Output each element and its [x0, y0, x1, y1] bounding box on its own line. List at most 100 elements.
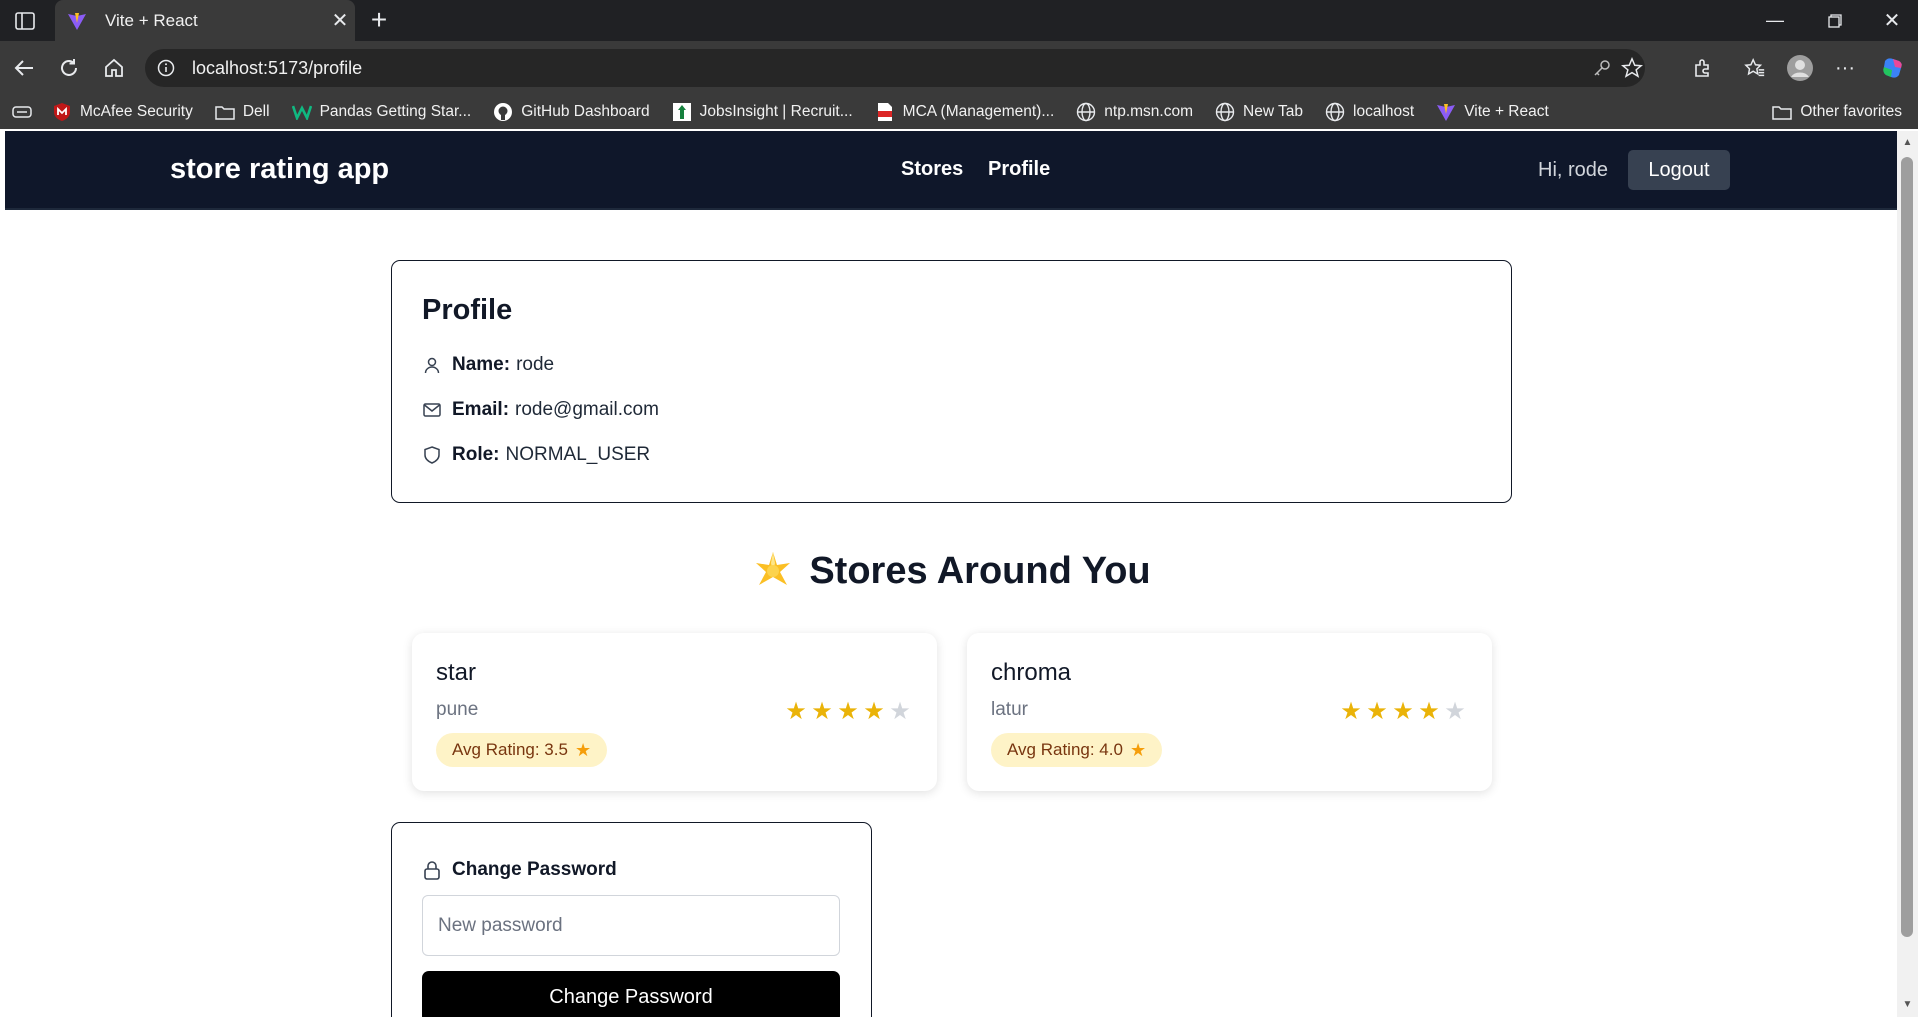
jobsinsight-icon — [672, 102, 692, 122]
name-label: Name: — [452, 354, 511, 375]
star-icon: ★ — [574, 739, 592, 760]
bookmark-label: New Tab — [1243, 102, 1304, 120]
avg-rating-badge: Avg Rating: 3.5 ★ — [436, 733, 608, 767]
globe-icon — [1076, 102, 1096, 122]
change-password-title-text: Change Password — [452, 859, 617, 880]
name-value: rode — [516, 354, 555, 375]
bookmarks-toggle-icon[interactable] — [12, 104, 32, 120]
close-window-icon[interactable]: ✕ — [1862, 0, 1918, 41]
globe-icon — [1325, 102, 1345, 122]
avg-rating-text: Avg Rating: 3.5 — [452, 740, 568, 759]
bookmarks-bar: McAfee Security Dell Pandas Getting Star… — [0, 94, 1918, 129]
stores-section-title: Stores Around You — [5, 549, 1897, 593]
page-scrollbar[interactable]: ▲ ▼ — [1897, 131, 1918, 1017]
reload-icon[interactable] — [53, 52, 85, 84]
app-brand[interactable]: store rating app — [170, 153, 389, 186]
home-icon[interactable] — [98, 52, 130, 84]
bookmark-label: ntp.msn.com — [1104, 102, 1193, 120]
bookmark-ntp[interactable]: ntp.msn.com — [1076, 102, 1193, 122]
copilot-icon[interactable] — [1876, 52, 1910, 84]
nav-profile-link[interactable]: Profile — [988, 158, 1050, 181]
other-favorites-label: Other favorites — [1800, 102, 1902, 120]
new-password-input[interactable] — [422, 895, 840, 956]
more-menu-icon[interactable]: ··· — [1828, 52, 1862, 84]
rating-star-icon[interactable]: ★ — [1364, 699, 1390, 725]
glowing-star-icon — [756, 552, 791, 585]
store-address: latur — [991, 699, 1028, 720]
email-value: rode@gmail.com — [515, 399, 659, 420]
profile-avatar-icon[interactable] — [1783, 52, 1817, 84]
logout-button[interactable]: Logout — [1628, 150, 1730, 190]
mail-icon — [422, 400, 442, 420]
email-label: Email: — [452, 399, 510, 420]
back-icon[interactable] — [8, 52, 40, 84]
favorites-icon[interactable] — [1738, 52, 1772, 84]
scroll-down-icon[interactable]: ▼ — [1897, 995, 1918, 1015]
rating-star-icon[interactable]: ★ — [809, 699, 835, 725]
extensions-icon[interactable] — [1686, 52, 1720, 84]
profile-email-row: Email: rode@gmail.com — [422, 399, 659, 421]
new-tab-button[interactable]: + — [364, 6, 394, 36]
mcafee-icon — [52, 102, 72, 122]
bookmark-label: McAfee Security — [80, 102, 193, 120]
other-favorites[interactable]: Other favorites — [1772, 94, 1902, 129]
bookmark-github[interactable]: GitHub Dashboard — [493, 102, 650, 122]
folder-icon — [215, 102, 235, 122]
avg-rating-text: Avg Rating: 4.0 — [1007, 740, 1123, 759]
bookmark-label: Pandas Getting Star... — [319, 102, 472, 120]
star-rating[interactable]: ★ ★ ★ ★ ★ — [783, 699, 913, 725]
tab-close-icon[interactable]: ✕ — [325, 8, 355, 33]
url-text: localhost:5173/profile — [192, 57, 363, 78]
browser-toolbar: localhost:5173/profile ··· — [0, 41, 1918, 94]
minimize-icon[interactable]: — — [1745, 0, 1805, 41]
bookmark-pandas[interactable]: Pandas Getting Star... — [291, 102, 472, 122]
rating-star-icon[interactable]: ★ — [783, 699, 809, 725]
rating-star-icon[interactable]: ★ — [861, 699, 887, 725]
user-greeting: Hi, rode — [1538, 159, 1609, 181]
shield-icon — [422, 445, 442, 465]
star-icon: ★ — [1129, 739, 1147, 760]
password-key-icon[interactable] — [1585, 49, 1619, 87]
bookmark-mcafee[interactable]: McAfee Security — [52, 102, 193, 122]
bookmark-localhost[interactable]: localhost — [1325, 102, 1414, 122]
change-password-card: Change Password Change Password — [391, 822, 872, 1017]
bookmark-label: localhost — [1353, 102, 1415, 120]
rating-star-icon[interactable]: ★ — [887, 699, 913, 725]
bookmark-jobsinsight[interactable]: JobsInsight | Recruit... — [672, 102, 853, 122]
scrollbar-thumb[interactable] — [1901, 157, 1913, 937]
store-name: chroma — [991, 659, 1072, 686]
role-value: NORMAL_USER — [505, 444, 651, 465]
role-label: Role: — [452, 444, 500, 465]
page-viewport: store rating app Stores Profile Hi, rode… — [5, 131, 1897, 1017]
bookmark-newtab[interactable]: New Tab — [1215, 102, 1303, 122]
w-green-icon — [291, 102, 312, 122]
bookmark-label: JobsInsight | Recruit... — [699, 102, 853, 120]
github-icon — [493, 102, 513, 122]
store-card[interactable]: star pune ★ ★ ★ ★ ★ Avg Rating: 3.5 ★ — [412, 633, 937, 791]
pdf-icon — [875, 102, 895, 122]
bookmark-label: GitHub Dashboard — [521, 102, 650, 120]
restore-icon[interactable] — [1805, 0, 1865, 41]
store-card[interactable]: chroma latur ★ ★ ★ ★ ★ Avg Rating: 4.0 ★ — [967, 633, 1492, 791]
rating-star-icon[interactable]: ★ — [1442, 699, 1468, 725]
sidebar-toggle-icon[interactable] — [12, 10, 38, 32]
site-info-icon[interactable] — [155, 57, 177, 79]
star-rating[interactable]: ★ ★ ★ ★ ★ — [1338, 699, 1468, 725]
rating-star-icon[interactable]: ★ — [1416, 699, 1442, 725]
rating-star-icon[interactable]: ★ — [835, 699, 861, 725]
browser-tab-active[interactable]: Vite + React ✕ — [55, 0, 355, 41]
change-password-title: Change Password — [422, 859, 617, 881]
bookmark-dell[interactable]: Dell — [215, 102, 270, 122]
lock-icon — [422, 860, 442, 880]
rating-star-icon[interactable]: ★ — [1390, 699, 1416, 725]
rating-star-icon[interactable]: ★ — [1338, 699, 1364, 725]
scroll-up-icon[interactable]: ▲ — [1897, 133, 1918, 153]
app-navbar: store rating app Stores Profile Hi, rode… — [5, 131, 1897, 210]
change-password-button[interactable]: Change Password — [422, 971, 840, 1017]
bookmark-mca[interactable]: MCA (Management)... — [875, 102, 1054, 122]
address-bar[interactable]: localhost:5173/profile — [145, 49, 1645, 87]
bookmark-vite[interactable]: Vite + React — [1436, 102, 1549, 122]
nav-stores-link[interactable]: Stores — [901, 158, 963, 181]
favorite-star-icon[interactable] — [1615, 49, 1649, 87]
profile-card: Profile Name: rode Email: rode@gmail.com… — [391, 260, 1512, 503]
